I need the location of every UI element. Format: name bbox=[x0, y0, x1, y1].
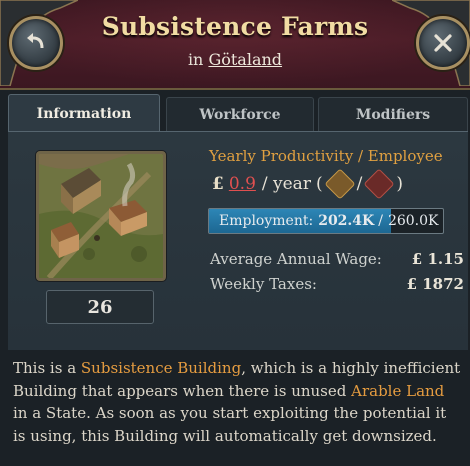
meat-goods-icon[interactable] bbox=[363, 168, 395, 200]
taxes-amount: 1872 bbox=[422, 275, 464, 293]
location-prefix: in bbox=[187, 50, 204, 69]
average-wage-label: Average Annual Wage: bbox=[210, 250, 382, 268]
productivity-label: Yearly Productivity / Employee bbox=[209, 147, 443, 165]
employment-separator: / bbox=[378, 213, 383, 229]
location-line: in Götaland bbox=[0, 50, 470, 69]
employment-bar[interactable]: Employment: 202.4K / 260.0K bbox=[208, 208, 444, 234]
currency-symbol: £ bbox=[411, 250, 423, 268]
subsistence-building-link[interactable]: Subsistence Building bbox=[81, 359, 241, 377]
grain-goods-icon[interactable] bbox=[324, 168, 356, 200]
paren-open: ( bbox=[315, 174, 323, 194]
building-level: 26 bbox=[46, 290, 154, 324]
productivity-value[interactable]: 0.9 bbox=[229, 174, 256, 194]
arable-land-link[interactable]: Arable Land bbox=[351, 382, 444, 400]
farm-illustration-icon bbox=[39, 154, 163, 278]
building-description: This is a Subsistence Building, which is… bbox=[13, 357, 463, 447]
tab-modifiers[interactable]: Modifiers bbox=[318, 97, 468, 132]
state-link[interactable]: Götaland bbox=[208, 50, 282, 69]
weekly-taxes-value: £ 1872 bbox=[407, 275, 464, 293]
desc-text-1: This is a bbox=[13, 359, 81, 377]
currency-symbol: £ bbox=[212, 174, 224, 194]
window-header: Subsistence Farms in Götaland bbox=[0, 0, 470, 90]
weekly-taxes-row[interactable]: Weekly Taxes: £ 1872 bbox=[210, 275, 466, 293]
paren-close: ) bbox=[396, 174, 403, 194]
desc-text-3: in a State. As soon as you start exploit… bbox=[13, 404, 447, 445]
tab-workforce[interactable]: Workforce bbox=[166, 97, 314, 132]
goods-separator: / bbox=[356, 174, 363, 194]
employment-text: Employment: 202.4K / 260.0K bbox=[219, 209, 438, 233]
average-wage-row[interactable]: Average Annual Wage: £ 1.15 bbox=[210, 250, 466, 268]
tab-bar: Information Workforce Modifiers bbox=[8, 94, 468, 132]
productivity-unit: / year bbox=[261, 174, 311, 194]
weekly-taxes-label: Weekly Taxes: bbox=[210, 275, 317, 293]
tab-information[interactable]: Information bbox=[8, 94, 160, 132]
wage-amount: 1.15 bbox=[427, 250, 464, 268]
employment-current: 202.4K bbox=[318, 213, 375, 229]
building-title: Subsistence Farms bbox=[101, 12, 369, 41]
average-wage-value: £ 1.15 bbox=[412, 250, 464, 268]
building-image bbox=[36, 151, 166, 281]
productivity-line: £ 0.9 / year ( / ) bbox=[212, 168, 403, 200]
currency-symbol: £ bbox=[406, 275, 418, 293]
employment-max: 260.0K bbox=[387, 213, 439, 229]
employment-label: Employment: bbox=[219, 213, 314, 229]
